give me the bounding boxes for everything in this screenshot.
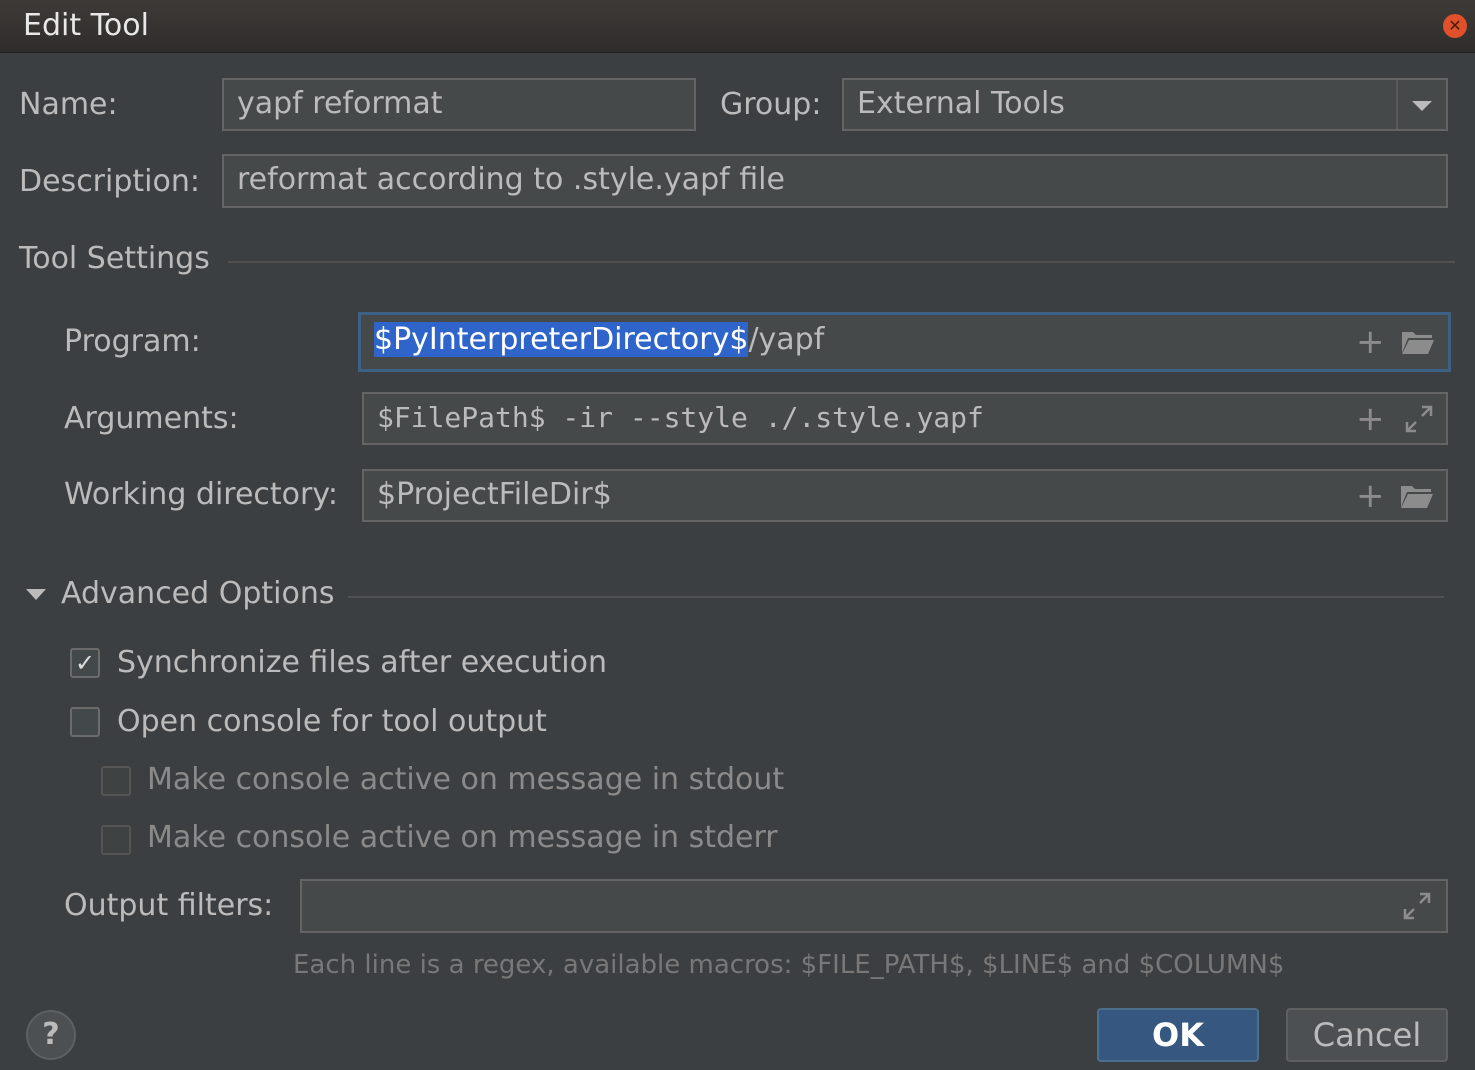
advanced-options-separator — [348, 596, 1444, 598]
stdout-active-label: Make console active on message in stdout — [147, 762, 785, 797]
description-input-value: reformat according to .style.yapf file — [237, 162, 785, 197]
open-console-label: Open console for tool output — [117, 704, 547, 739]
tool-settings-heading: Tool Settings — [19, 241, 210, 276]
stderr-active-label: Make console active on message in stderr — [147, 820, 778, 855]
stdout-active-checkbox[interactable] — [101, 766, 131, 796]
program-rest-text: /yapf — [748, 322, 825, 357]
advanced-options-heading[interactable]: Advanced Options — [61, 576, 334, 611]
expand-icon[interactable] — [1402, 891, 1432, 921]
name-input-value: yapf reformat — [237, 86, 443, 121]
chevron-down-icon — [1412, 101, 1432, 111]
ok-button[interactable]: OK — [1097, 1008, 1259, 1062]
working-directory-value: $ProjectFileDir$ — [377, 477, 612, 512]
close-icon[interactable]: ✕ — [1443, 14, 1467, 38]
group-select-value: External Tools — [857, 86, 1065, 121]
program-input[interactable]: $PyInterpreterDirectory$/yapf + — [358, 312, 1451, 372]
arguments-label: Arguments: — [64, 401, 239, 436]
name-input[interactable]: yapf reformat — [222, 78, 696, 131]
folder-icon[interactable] — [1401, 329, 1435, 355]
program-selected-text: $PyInterpreterDirectory$ — [374, 322, 749, 357]
description-input[interactable]: reformat according to .style.yapf file — [222, 154, 1448, 208]
program-label: Program: — [64, 324, 201, 359]
tool-settings-separator — [228, 261, 1455, 263]
help-button[interactable]: ? — [26, 1010, 76, 1060]
title-bar: Edit Tool ✕ — [0, 0, 1475, 53]
folder-icon[interactable] — [1400, 483, 1434, 509]
working-directory-label: Working directory: — [64, 477, 339, 512]
output-filters-label: Output filters: — [64, 888, 274, 923]
group-label: Group: — [720, 87, 822, 122]
plus-icon[interactable]: + — [1356, 317, 1385, 367]
open-console-checkbox[interactable] — [70, 707, 100, 737]
name-label: Name: — [19, 87, 118, 122]
description-label: Description: — [19, 164, 200, 199]
cancel-button[interactable]: Cancel — [1286, 1008, 1448, 1062]
plus-icon[interactable]: + — [1356, 472, 1385, 520]
sync-files-label: Synchronize files after execution — [117, 645, 607, 680]
stderr-active-checkbox[interactable] — [101, 825, 131, 855]
dropdown-arrow-button[interactable] — [1396, 80, 1446, 129]
group-select[interactable]: External Tools — [842, 78, 1448, 131]
sync-files-checkbox[interactable]: ✓ — [70, 648, 100, 678]
chevron-down-icon[interactable] — [26, 589, 46, 600]
output-filters-input[interactable] — [300, 879, 1448, 933]
output-filters-hint: Each line is a regex, available macros: … — [293, 950, 1285, 980]
window-title: Edit Tool — [23, 8, 149, 43]
arguments-input-value: $FilePath$ -ir --style ./.style.yapf — [377, 401, 984, 434]
arguments-input[interactable]: $FilePath$ -ir --style ./.style.yapf + — [362, 392, 1448, 445]
plus-icon[interactable]: + — [1356, 395, 1385, 443]
expand-icon[interactable] — [1404, 404, 1434, 434]
working-directory-input[interactable]: $ProjectFileDir$ + — [362, 469, 1448, 522]
